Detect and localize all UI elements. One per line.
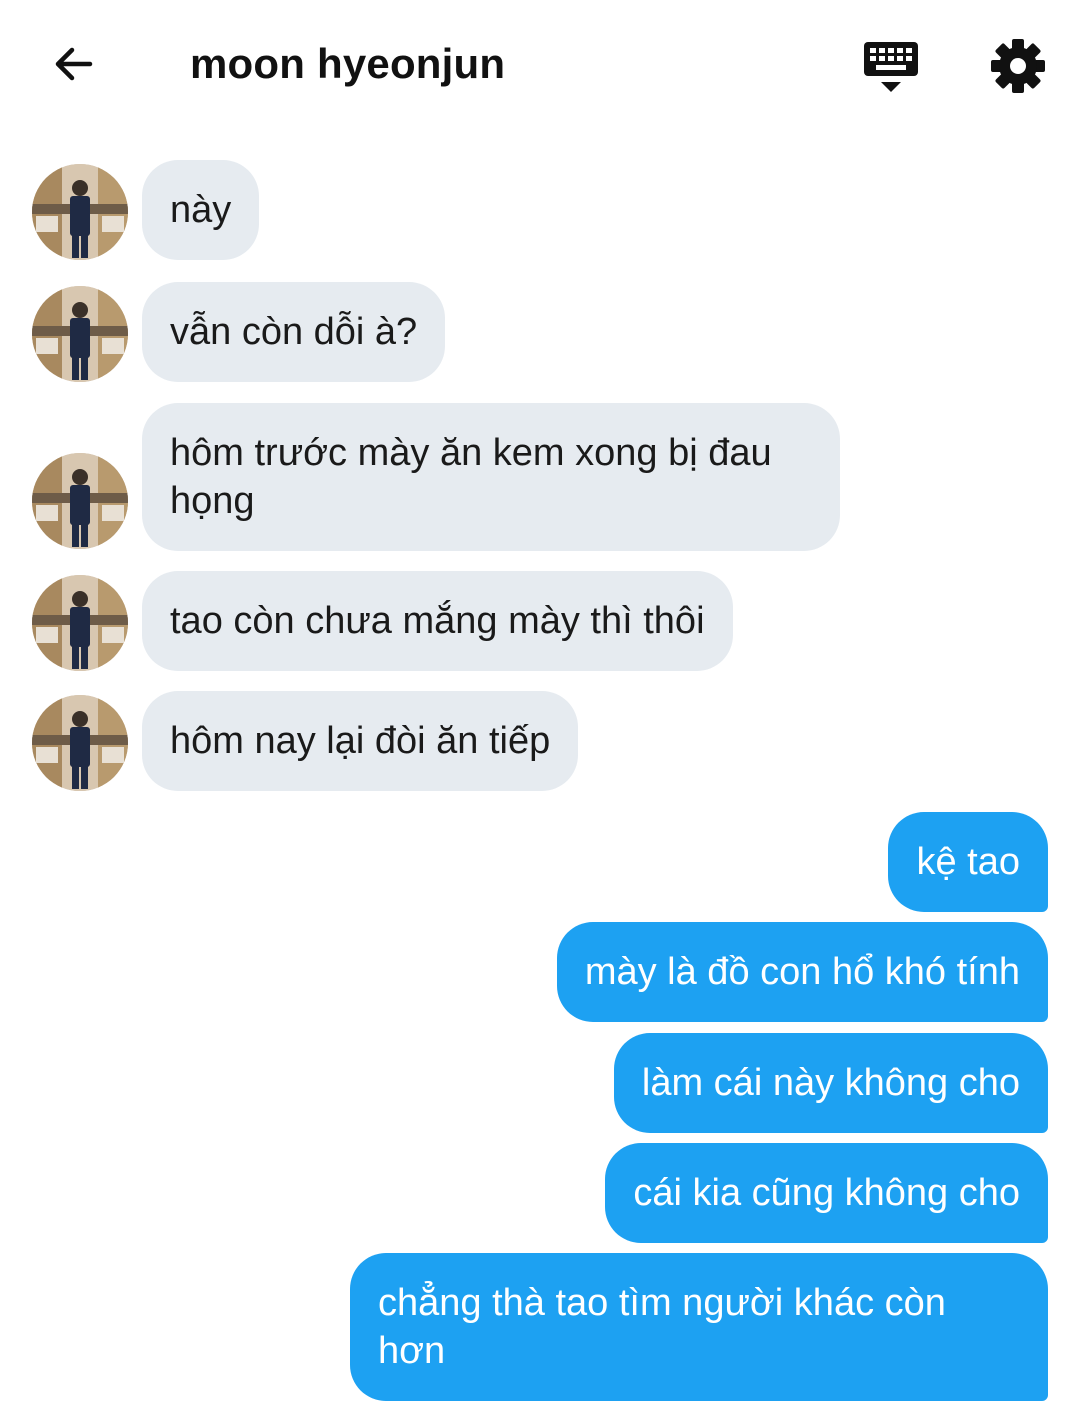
avatar-photo	[32, 695, 128, 791]
chat-header: moon hyeonjun	[0, 0, 1080, 130]
incoming-message-bubble[interactable]: tao còn chưa mắng mày thì thôi	[142, 571, 733, 671]
avatar-photo	[32, 575, 128, 671]
back-button[interactable]	[44, 34, 104, 94]
settings-button[interactable]	[988, 36, 1048, 96]
incoming-message-bubble[interactable]: này	[142, 160, 260, 260]
avatar[interactable]	[32, 164, 128, 260]
gear-icon	[991, 39, 1045, 93]
avatar[interactable]	[32, 575, 128, 671]
avatar[interactable]	[32, 695, 128, 791]
outgoing-message-bubble[interactable]: làm cái này không cho	[613, 1033, 1048, 1133]
outgoing-message-bubble[interactable]: mày là đồ con hổ khó tính	[556, 922, 1048, 1022]
incoming-message-bubble[interactable]: vẫn còn dỗi à?	[142, 282, 446, 382]
avatar-photo	[32, 164, 128, 260]
contact-name: moon hyeonjun	[190, 40, 506, 87]
incoming-message-bubble[interactable]: hôm nay lại đòi ăn tiếp	[142, 691, 579, 791]
outgoing-message-bubble[interactable]: chẳng thà tao tìm người khác còn hơn	[350, 1253, 1048, 1401]
keyboard-button[interactable]	[860, 40, 922, 96]
avatar[interactable]	[32, 286, 128, 382]
incoming-message-bubble[interactable]: hôm trước mày ăn kem xong bị đau họng	[142, 403, 840, 551]
avatar-photo	[32, 286, 128, 382]
avatar-photo	[32, 453, 128, 549]
outgoing-message-bubble[interactable]: cái kia cũng không cho	[605, 1143, 1048, 1243]
outgoing-message-bubble[interactable]: kệ tao	[888, 812, 1048, 912]
keyboard-icon	[864, 42, 918, 92]
avatar[interactable]	[32, 453, 128, 549]
arrow-left-icon	[55, 47, 93, 81]
